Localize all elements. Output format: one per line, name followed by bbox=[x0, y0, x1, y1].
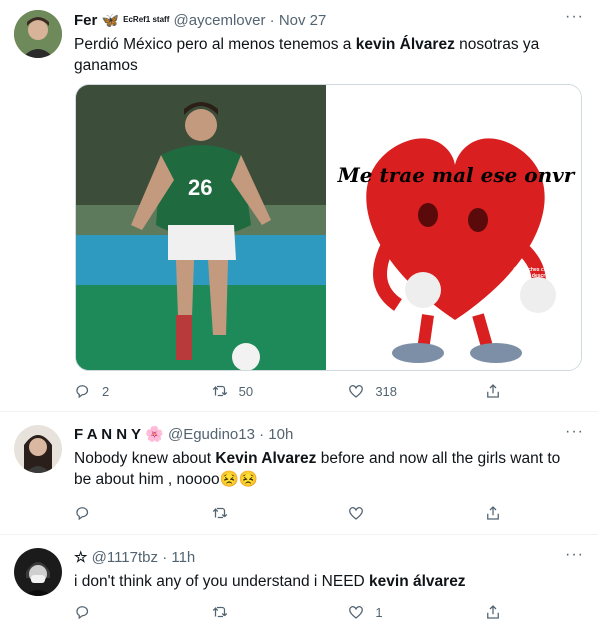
like-button[interactable] bbox=[347, 504, 407, 522]
tweet-actions: 1 bbox=[74, 603, 504, 621]
like-button[interactable]: 1 bbox=[347, 603, 407, 621]
reply-icon bbox=[76, 507, 89, 521]
more-options-icon[interactable]: ··· bbox=[565, 546, 584, 564]
reply-button[interactable] bbox=[74, 504, 134, 522]
tweet-3[interactable]: ☆ @1117tbz · 11h i don't think any of yo… bbox=[0, 535, 598, 631]
display-name[interactable]: ☆ bbox=[74, 549, 87, 566]
tweet-header: Fer 🦋 EcRef1 staff @aycemlover · Nov 27 bbox=[74, 10, 584, 31]
reply-count: 2 bbox=[102, 383, 110, 399]
timestamp[interactable]: 11h bbox=[171, 549, 195, 566]
tweet-1[interactable]: Fer 🦋 EcRef1 staff @aycemlover · Nov 27 … bbox=[0, 0, 598, 412]
share-button[interactable] bbox=[484, 603, 504, 621]
tweet-actions bbox=[74, 504, 504, 522]
share-icon bbox=[487, 605, 499, 619]
jersey-number: 26 bbox=[188, 175, 213, 200]
separator-dot: · bbox=[259, 426, 265, 443]
reply-button[interactable]: 2 bbox=[74, 382, 134, 400]
heart-icon bbox=[349, 606, 364, 619]
text-segment: Perdió México pero al menos tenemos a bbox=[74, 36, 356, 53]
retweet-icon bbox=[212, 507, 227, 519]
share-icon bbox=[487, 506, 499, 520]
heart-icon bbox=[349, 507, 364, 520]
tweet-header: ☆ @1117tbz · 11h bbox=[74, 548, 584, 568]
meme-watermark: @peluches con texto que me describen jd bbox=[513, 267, 564, 279]
tweet-text: Perdió México pero al menos tenemos a ke… bbox=[74, 34, 544, 76]
retweet-button[interactable] bbox=[211, 504, 271, 522]
media-meme-image[interactable]: Me trae mal ese onvr @peluches con texto… bbox=[326, 85, 581, 370]
reply-icon bbox=[76, 606, 89, 620]
retweet-button[interactable] bbox=[211, 603, 271, 621]
avatar[interactable] bbox=[14, 425, 62, 473]
timestamp[interactable]: Nov 27 bbox=[279, 12, 327, 29]
share-button[interactable] bbox=[484, 382, 504, 400]
text-highlight: kevin Álvarez bbox=[355, 36, 455, 53]
retweet-icon bbox=[212, 385, 227, 397]
tweet-text: i don't think any of you understand i NE… bbox=[74, 571, 564, 592]
like-count: 318 bbox=[375, 383, 398, 399]
user-handle[interactable]: @1117tbz bbox=[92, 549, 158, 566]
share-button[interactable] bbox=[484, 504, 504, 522]
separator-dot: · bbox=[162, 549, 168, 566]
display-name[interactable]: Fer bbox=[74, 12, 97, 29]
flower-icon: 🌸 bbox=[145, 426, 164, 443]
like-button[interactable]: 318 bbox=[347, 382, 407, 400]
timestamp[interactable]: 10h bbox=[268, 426, 293, 443]
reply-icon bbox=[76, 385, 89, 399]
avatar[interactable] bbox=[14, 10, 62, 58]
text-segment: Nobody knew about bbox=[74, 450, 216, 467]
reply-button[interactable] bbox=[74, 603, 134, 621]
meme-caption: Me trae mal ese onvr bbox=[337, 163, 575, 187]
like-count: 1 bbox=[375, 604, 383, 620]
more-options-icon[interactable]: ··· bbox=[565, 423, 584, 441]
more-options-icon[interactable]: ··· bbox=[565, 8, 584, 26]
user-handle[interactable]: @aycemlover bbox=[174, 12, 266, 29]
tweet-2[interactable]: F A N N Y 🌸 @Egudino13 · 10h Nobody knew… bbox=[0, 412, 598, 535]
display-name[interactable]: F A N N Y bbox=[74, 426, 141, 443]
share-icon bbox=[487, 384, 499, 398]
tweet-header: F A N N Y 🌸 @Egudino13 · 10h bbox=[74, 425, 584, 445]
heart-icon bbox=[349, 385, 364, 398]
retweet-count: 50 bbox=[238, 383, 254, 399]
text-highlight: Kevin Alvarez bbox=[215, 450, 317, 467]
avatar[interactable] bbox=[14, 548, 62, 596]
tweet-media[interactable]: 26 Me trae mal ese onvr @peluches con te… bbox=[75, 84, 582, 371]
tweet-text: Nobody knew about Kevin Alvarez before a… bbox=[74, 448, 564, 490]
text-segment: i don't think any of you understand i NE… bbox=[74, 573, 370, 590]
retweet-icon bbox=[212, 606, 227, 618]
tweet-actions: 2 50 318 bbox=[74, 382, 504, 400]
media-photo-player[interactable]: 26 bbox=[76, 85, 326, 370]
name-badge-text: EcRef1 staff bbox=[123, 15, 170, 24]
separator-dot: · bbox=[269, 12, 275, 29]
user-handle[interactable]: @Egudino13 bbox=[168, 426, 255, 443]
text-highlight: kevin álvarez bbox=[369, 573, 466, 590]
butterfly-icon: 🦋 bbox=[101, 12, 119, 28]
retweet-button[interactable]: 50 bbox=[211, 382, 271, 400]
